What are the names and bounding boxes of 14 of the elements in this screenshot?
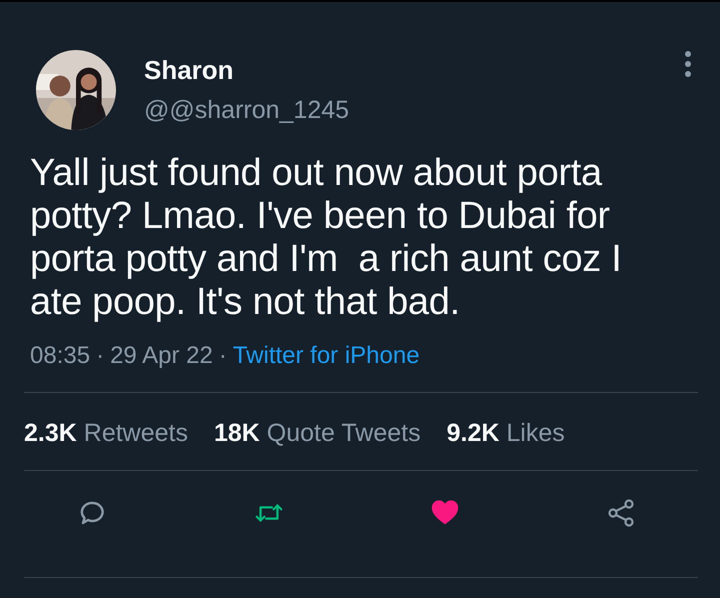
stat-link[interactable]: 9.2K Likes	[446, 419, 565, 448]
separator-dot: ·	[218, 342, 227, 370]
stat-link[interactable]: 18K Quote Tweets	[214, 419, 421, 448]
heart-icon[interactable]	[430, 499, 460, 527]
source-link[interactable]: Twitter for iPhone	[232, 342, 420, 370]
more-icon[interactable]	[684, 50, 692, 78]
user-handle[interactable]: @@sharron_1245	[144, 96, 684, 125]
share-icon[interactable]	[606, 499, 636, 527]
stat-link[interactable]: 2.3K Retweets	[24, 419, 188, 448]
tweet-date: 29 Apr 22	[110, 342, 213, 370]
tweet-text: Yall just found out now about porta potty? Lmao. I've been to Dubai for porta potty and I'm a rich aunt coz I ate poop. It's not that bad.	[30, 152, 622, 324]
user-name[interactable]: Sharon	[144, 55, 684, 86]
separator-dot: ·	[96, 342, 104, 370]
tweet-time: 08:35	[30, 342, 90, 370]
